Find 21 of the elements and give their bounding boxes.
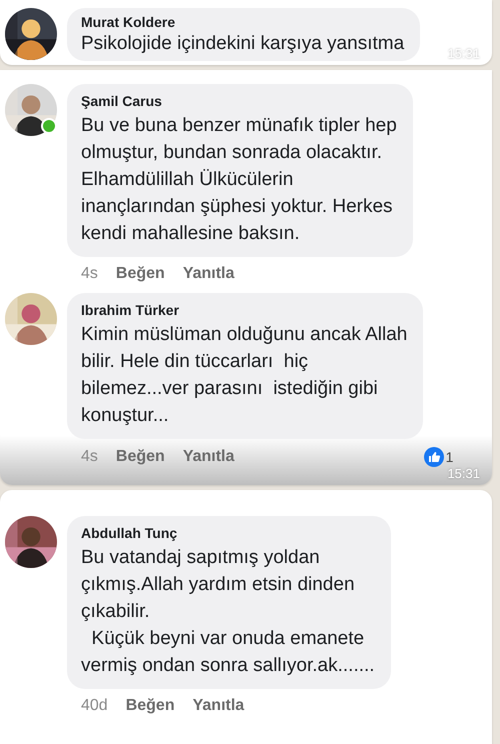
comment-text: Psikolojide içindekini karşıya yansıtma: [81, 32, 404, 56]
timestamp: 15:31: [447, 466, 480, 481]
comment-text: Bu vatandaj sapıtmış yoldan çıkmış.Allah yardım etsin dinden çıkabilir. Küçük beyni var onuda emanete vermiş ondan sonra sallıyor.ak.......: [81, 546, 375, 678]
reply-link[interactable]: Yanıtla: [182, 265, 234, 283]
reaction-count: 1: [446, 449, 454, 465]
reply-link[interactable]: Yanıtla: [192, 697, 244, 715]
reply-link[interactable]: Yanıtla: [182, 448, 234, 466]
commenter-name[interactable]: Ibrahim Türker: [81, 302, 408, 318]
thumbs-up-icon: [424, 447, 444, 467]
commenter-name[interactable]: Murat Koldere: [81, 14, 404, 30]
comment-text: Kimin müslüman olduğunu ancak Allah bilir. Hele din tüccarları hiç bilemez...ver parasını istediğin gibi konuştur...: [81, 323, 408, 428]
like-link[interactable]: Beğen: [116, 448, 165, 466]
like-link[interactable]: Beğen: [116, 265, 165, 283]
commenter-name[interactable]: Abdullah Tunç: [81, 525, 375, 541]
comment-text: Bu ve buna benzer münafık tipler hep olmuştur, bundan sonrada olacaktır. Elhamdülillah Ülkücülerin inançlarından şüphesi yoktur. Herkes kendi mahallesine baksın.: [81, 114, 397, 246]
commenter-name[interactable]: Şamil Carus: [81, 93, 397, 109]
comment-age: 4s: [81, 448, 98, 466]
online-status-dot: [41, 118, 57, 134]
like-link[interactable]: Beğen: [126, 697, 175, 715]
comment-age: 4s: [81, 265, 98, 283]
comment-age: 40d: [81, 697, 108, 715]
